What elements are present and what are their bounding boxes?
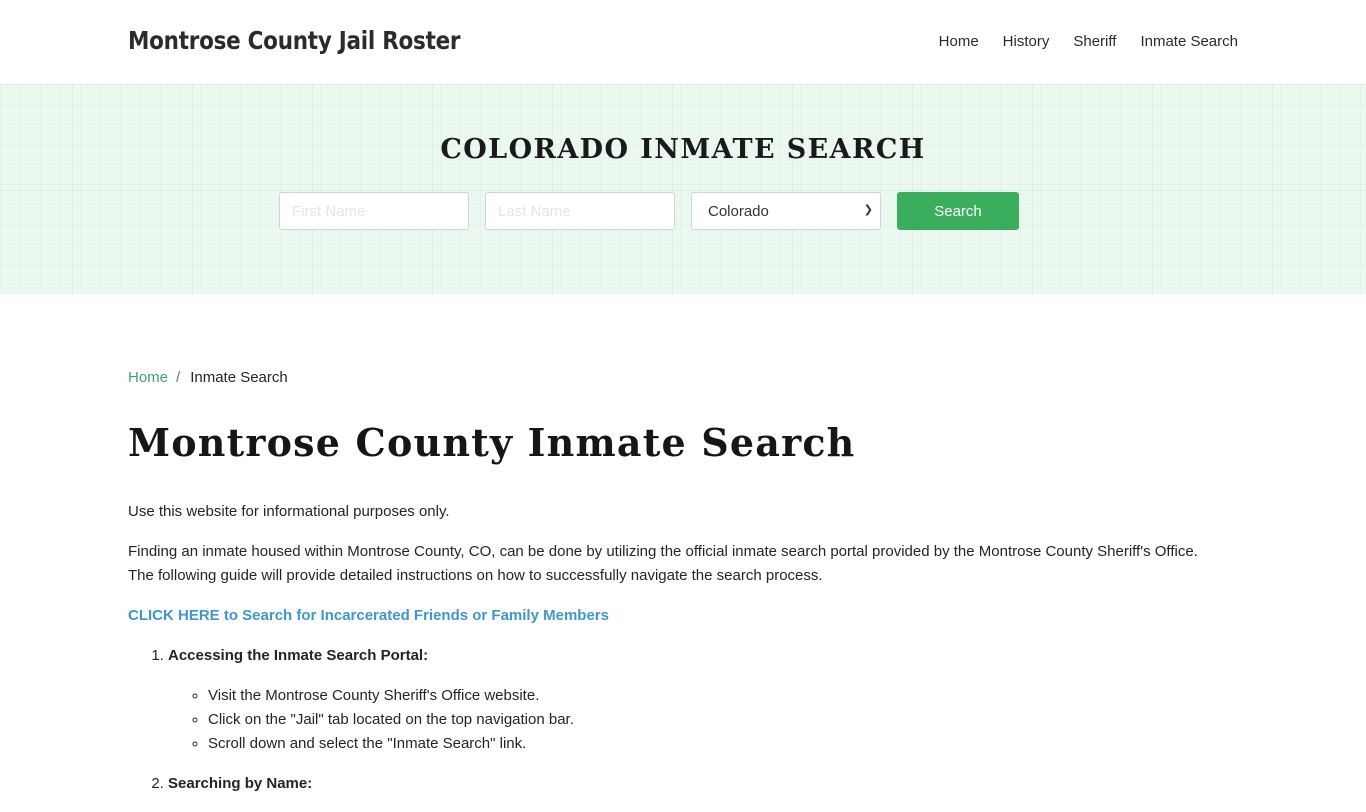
breadcrumb-separator: / — [176, 369, 181, 386]
last-name-input[interactable] — [485, 192, 675, 230]
banner-title: COLORADO INMATE SEARCH — [440, 134, 926, 165]
step-substeps: Visit the Montrose County Sheriff's Offi… — [208, 684, 1218, 756]
breadcrumb-home[interactable]: Home — [128, 369, 168, 386]
search-cta-link[interactable]: CLICK HERE to Search for Incarcerated Fr… — [128, 604, 1218, 628]
substep-item: Click on the "Jail" tab located on the t… — [208, 708, 1218, 732]
inmate-search-form: Colorado ❯ Search — [279, 192, 1019, 230]
step-item: Searching by Name: — [168, 772, 1218, 796]
search-button[interactable]: Search — [897, 192, 1019, 230]
page-title: Montrose County Inmate Search — [128, 420, 856, 465]
search-banner: COLORADO INMATE SEARCH Colorado ❯ Search — [0, 84, 1366, 294]
state-select-wrapper: Colorado ❯ — [691, 192, 881, 230]
first-name-input[interactable] — [279, 192, 469, 230]
substep-item: Scroll down and select the "Inmate Searc… — [208, 732, 1218, 756]
intro-text: Use this website for informational purpo… — [128, 503, 450, 520]
article-body: Use this website for informational purpo… — [128, 500, 1218, 812]
state-select[interactable]: Colorado — [691, 192, 881, 230]
steps-list: Accessing the Inmate Search Portal: Visi… — [168, 644, 1218, 796]
breadcrumb: Home / Inmate Search — [128, 369, 288, 386]
nav-sheriff[interactable]: Sheriff — [1073, 33, 1116, 50]
nav-history[interactable]: History — [1003, 33, 1050, 50]
site-logo-link[interactable]: Montrose County Jail Roster — [128, 26, 461, 55]
nav-home[interactable]: Home — [939, 33, 979, 50]
substep-item: Visit the Montrose County Sheriff's Offi… — [208, 684, 1218, 708]
description-paragraph: Finding an inmate housed within Montrose… — [128, 543, 1198, 584]
step-title: Searching by Name: — [168, 775, 313, 792]
nav-inmate-search[interactable]: Inmate Search — [1140, 33, 1238, 50]
site-header: Montrose County Jail Roster Home History… — [0, 0, 1366, 84]
step-title: Accessing the Inmate Search Portal: — [168, 647, 429, 664]
breadcrumb-current: Inmate Search — [190, 369, 288, 386]
step-item: Accessing the Inmate Search Portal: Visi… — [168, 644, 1218, 756]
main-nav: Home History Sheriff Inmate Search — [915, 33, 1238, 50]
